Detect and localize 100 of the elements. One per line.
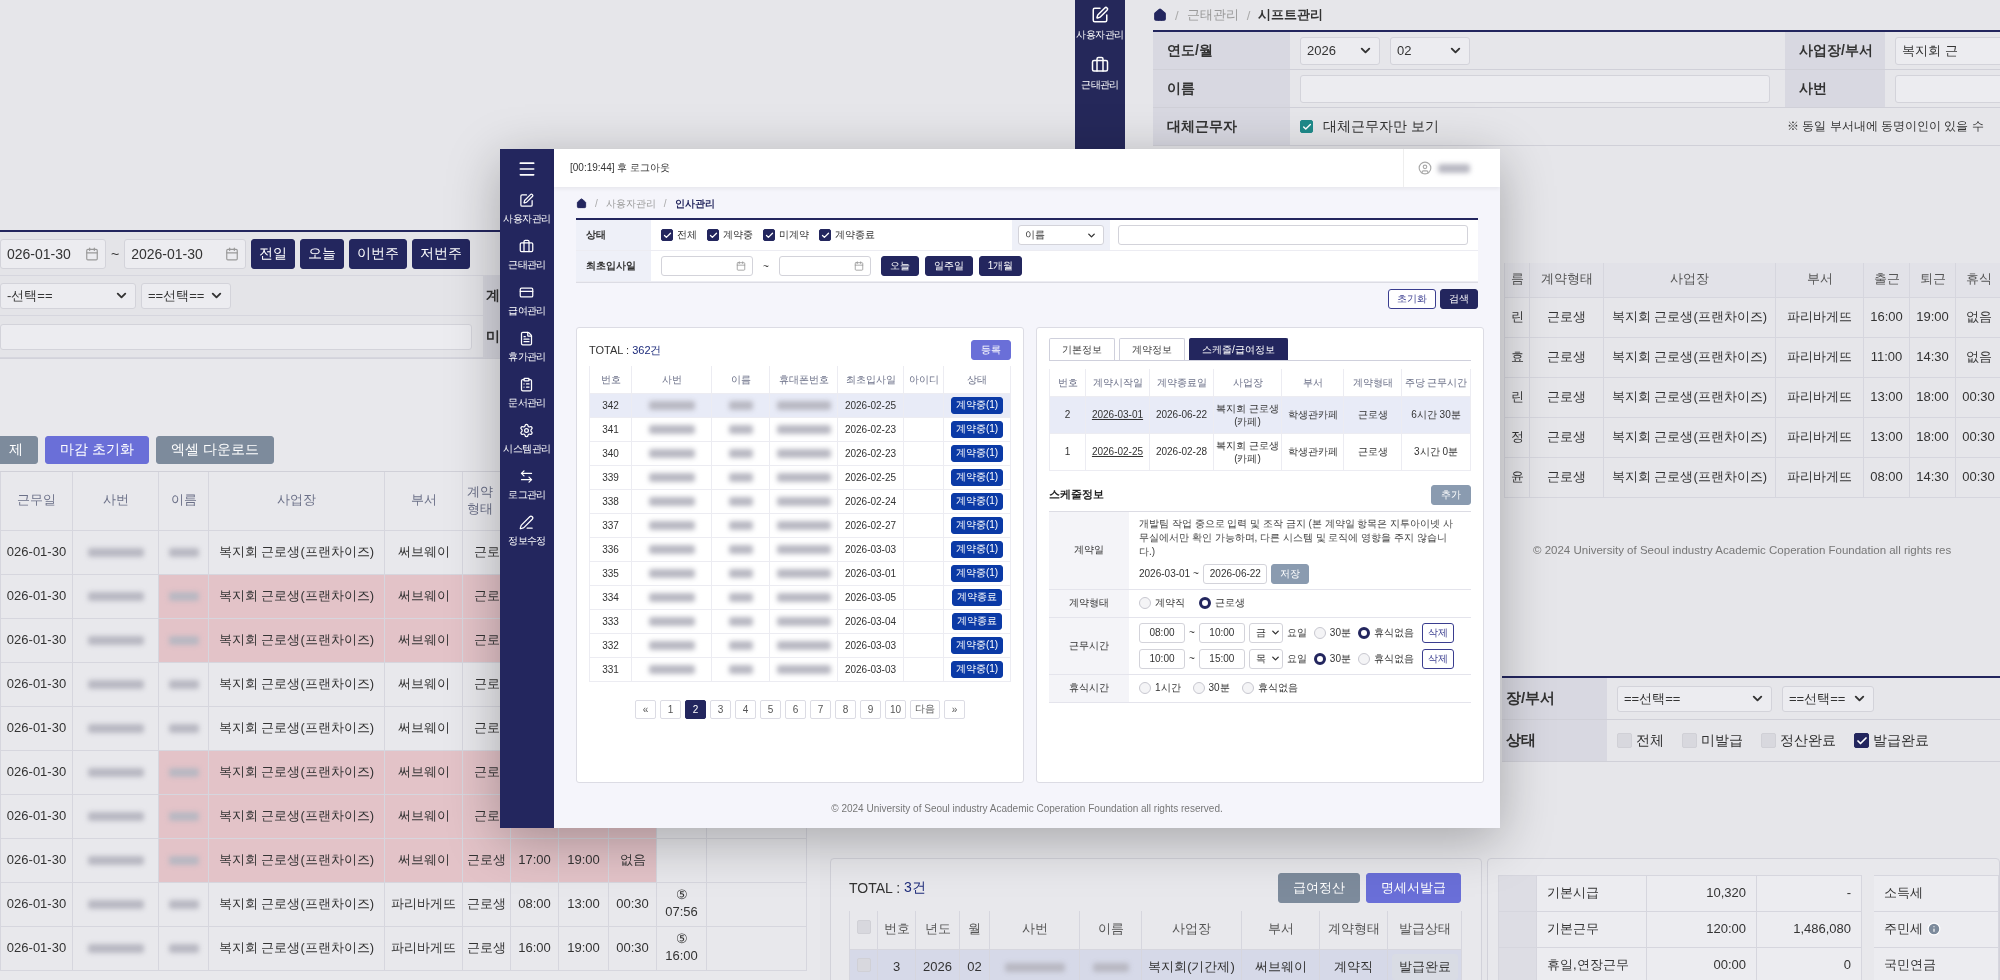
status-button[interactable]: 계약중(1) [950, 564, 1004, 582]
time-input[interactable]: 10:00 [1139, 648, 1185, 669]
user-icon[interactable] [1418, 161, 1432, 175]
page-button[interactable]: » [944, 699, 966, 719]
info-icon[interactable] [1927, 922, 1941, 937]
table-row[interactable]: 331 2026-03-03 계약중(1) [589, 657, 1011, 681]
date-range-button[interactable]: 1개월 [978, 256, 1023, 276]
status-button[interactable]: 계약종료 [952, 588, 1002, 606]
time-input[interactable]: 10:00 [1198, 622, 1245, 643]
sidebar-item[interactable]: 휴가관리 [508, 331, 546, 364]
status-button[interactable]: 계약중(1) [950, 636, 1004, 654]
home-icon[interactable] [576, 198, 587, 209]
date-field[interactable]: 2026-01-30 [124, 238, 247, 269]
dropdown[interactable]: ==선택== [1782, 685, 1874, 712]
sidebar-item[interactable]: 사용자관리 [503, 193, 551, 226]
page-button[interactable]: 다음 [910, 699, 941, 719]
status-button[interactable]: 계약중(1) [950, 444, 1004, 462]
sidebar-item[interactable]: 사용자관리 [1076, 6, 1124, 42]
date-field[interactable] [661, 256, 753, 276]
page-button[interactable]: 3 [709, 699, 731, 719]
tab[interactable]: 스케줄/급여정보 [1189, 338, 1288, 360]
dropdown[interactable]: ==선택== [1617, 685, 1772, 712]
dropdown[interactable]: 02 [1390, 36, 1470, 65]
date-range-button[interactable]: 오늘 [300, 238, 345, 269]
sidebar-item[interactable]: 급여관리 [508, 285, 546, 318]
radio-button[interactable] [1199, 597, 1211, 609]
text-input[interactable] [1300, 74, 1770, 103]
page-button[interactable]: 2 [684, 699, 706, 719]
dropdown[interactable]: 금 [1248, 622, 1283, 643]
status-button[interactable]: 계약중(1) [950, 492, 1004, 510]
register-button[interactable]: 등록 [971, 340, 1011, 360]
radio-button[interactable] [1357, 626, 1370, 639]
time-input[interactable]: 15:00 [1198, 648, 1245, 669]
checkbox[interactable] [763, 229, 775, 241]
end-date-input[interactable]: 2026-06-22 [1202, 563, 1267, 584]
date-range-button[interactable]: 저번주 [412, 238, 471, 269]
table-row[interactable]: 342 2026-02-25 계약중(1) [589, 393, 1011, 417]
page-button[interactable]: 6 [784, 699, 806, 719]
date-field[interactable] [778, 256, 871, 276]
status-button[interactable]: 계약종료 [952, 612, 1002, 630]
page-button[interactable]: « [634, 699, 656, 719]
sidebar-item[interactable]: 근태관리 [1081, 56, 1119, 92]
dropdown[interactable]: 2026 [1300, 36, 1380, 65]
checkbox[interactable] [1854, 733, 1869, 748]
delete-button[interactable]: 삭제 [1421, 648, 1454, 669]
reset-button[interactable]: 초기화 [1388, 289, 1436, 309]
tab[interactable]: 계약정보 [1119, 338, 1185, 360]
checkbox[interactable] [661, 229, 673, 241]
status-button[interactable]: 계약중(1) [950, 540, 1004, 558]
table-row[interactable]: 337 2026-02-27 계약중(1) [589, 513, 1011, 537]
status-button[interactable]: 계약중(1) [950, 660, 1004, 678]
page-button[interactable]: 9 [859, 699, 881, 719]
action-button[interactable]: 명세서발급 [1366, 873, 1461, 903]
sidebar-item[interactable]: 근태관리 [508, 239, 546, 272]
page-button[interactable]: 5 [759, 699, 781, 719]
table-row[interactable]: 340 2026-02-23 계약중(1) [589, 441, 1011, 465]
radio-button[interactable] [1313, 652, 1326, 665]
checkbox[interactable] [707, 229, 719, 241]
menu-icon[interactable] [517, 159, 537, 179]
checkbox[interactable] [819, 229, 831, 241]
time-input[interactable]: 08:00 [1139, 622, 1185, 643]
page-button[interactable]: 4 [734, 699, 756, 719]
page-button[interactable]: 1 [659, 699, 681, 719]
sidebar-item[interactable]: 로그관리 [508, 469, 546, 502]
tab[interactable]: 기본정보 [1049, 338, 1115, 360]
dropdown[interactable]: ==선택== [141, 282, 231, 309]
checkbox[interactable] [1300, 120, 1313, 133]
text-input[interactable] [0, 323, 472, 350]
action-button[interactable]: 급여정산 [1278, 873, 1360, 903]
page-button[interactable]: 7 [809, 699, 831, 719]
table-row[interactable]: 335 2026-03-01 계약중(1) [589, 561, 1011, 585]
status-button[interactable]: 계약중(1) [950, 420, 1004, 438]
search-button[interactable]: 검색 [1440, 289, 1478, 309]
page-button[interactable]: 8 [834, 699, 856, 719]
date-field[interactable]: 026-01-30 [0, 238, 106, 269]
table-row[interactable]: 332 2026-03-03 계약중(1) [589, 633, 1011, 657]
delete-button[interactable]: 삭제 [1421, 622, 1454, 643]
sidebar-item[interactable]: 정보수정 [508, 515, 546, 548]
table-row[interactable]: 3 2026 02 복지회(기간제) 써브웨이 계약직 발급완료 [849, 949, 1462, 980]
table-row[interactable]: 333 2026-03-04 계약종료 [589, 609, 1011, 633]
date-range-button[interactable]: 이번주 [349, 238, 408, 269]
date-range-button[interactable]: 일주일 [924, 256, 973, 276]
table-row[interactable]: 341 2026-02-23 계약중(1) [589, 417, 1011, 441]
search-input[interactable] [1118, 225, 1468, 245]
sidebar-item[interactable]: 시스템관리 [503, 423, 551, 456]
date-range-button[interactable]: 오늘 [880, 256, 919, 276]
table-row[interactable]: 336 2026-03-03 계약중(1) [589, 537, 1011, 561]
status-button[interactable]: 계약중(1) [950, 396, 1004, 414]
status-button[interactable]: 계약중(1) [950, 516, 1004, 534]
table-row[interactable]: 338 2026-02-24 계약중(1) [589, 489, 1011, 513]
page-button[interactable]: 10 [884, 699, 907, 719]
action-button[interactable]: 마감 초기화 [45, 436, 149, 464]
sidebar-item[interactable]: 문서관리 [508, 377, 546, 410]
home-icon[interactable] [1153, 8, 1167, 22]
table-row[interactable]: 334 2026-03-05 계약종료 [589, 585, 1011, 609]
date-range-button[interactable]: 전일 [251, 238, 296, 269]
dropdown[interactable]: 이름 [1018, 225, 1104, 245]
status-button[interactable]: 계약중(1) [950, 468, 1004, 486]
dropdown[interactable]: -선택== [0, 282, 136, 309]
dropdown[interactable]: 복지회 근 [1895, 36, 2000, 65]
